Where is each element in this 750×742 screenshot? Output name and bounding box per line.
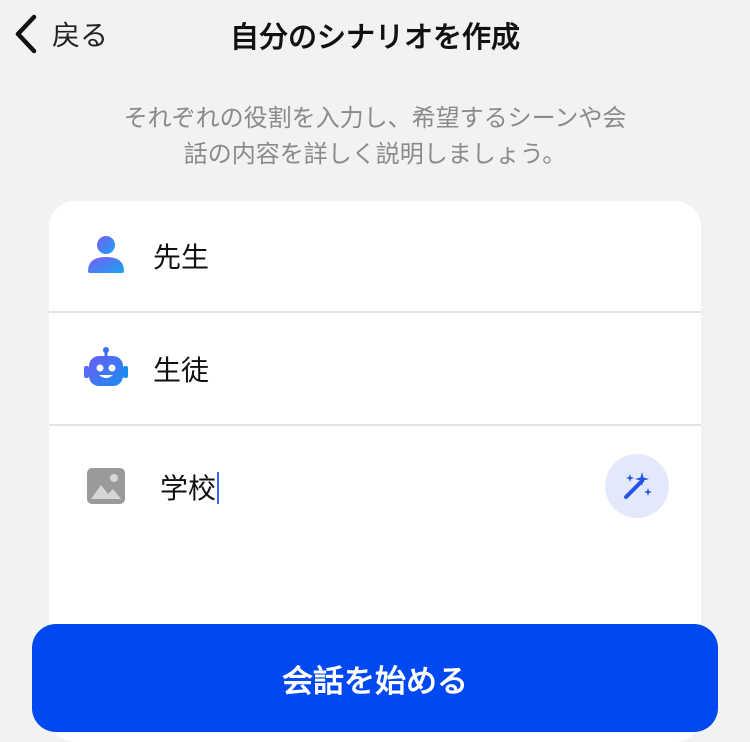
ai-role-value: 生徒 [153, 354, 210, 387]
person-icon [88, 236, 124, 273]
user-role-field[interactable]: 先生 [49, 201, 701, 313]
image-icon [87, 468, 125, 504]
scene-field[interactable]: 学校 [49, 429, 701, 629]
robot-icon [84, 347, 128, 386]
magic-wand-icon [624, 472, 652, 499]
scene-value-text: 学校 [160, 472, 217, 505]
scene-value[interactable]: 学校 [160, 467, 220, 507]
start-conversation-button[interactable]: 会話を始める [32, 624, 718, 732]
magic-wand-button[interactable] [605, 454, 669, 518]
header: 戻る 自分のシナリオを作成 [0, 0, 750, 72]
text-caret [217, 472, 220, 504]
page-title: 自分のシナリオを作成 [229, 20, 520, 54]
instruction-line-1: それぞれの役割を入力し、希望するシーンや会 [123, 104, 627, 132]
user-role-value: 先生 [153, 241, 210, 274]
instruction-line-2: 話の内容を詳しく説明しましょう。 [183, 140, 567, 168]
scenario-screen: 戻る 自分のシナリオを作成 それぞれの役割を入力し、希望するシーンや会 話の内容… [0, 0, 750, 742]
instruction-text: それぞれの役割を入力し、希望するシーンや会 話の内容を詳しく説明しましょう。 [60, 100, 690, 172]
ai-role-field[interactable]: 生徒 [49, 314, 701, 426]
